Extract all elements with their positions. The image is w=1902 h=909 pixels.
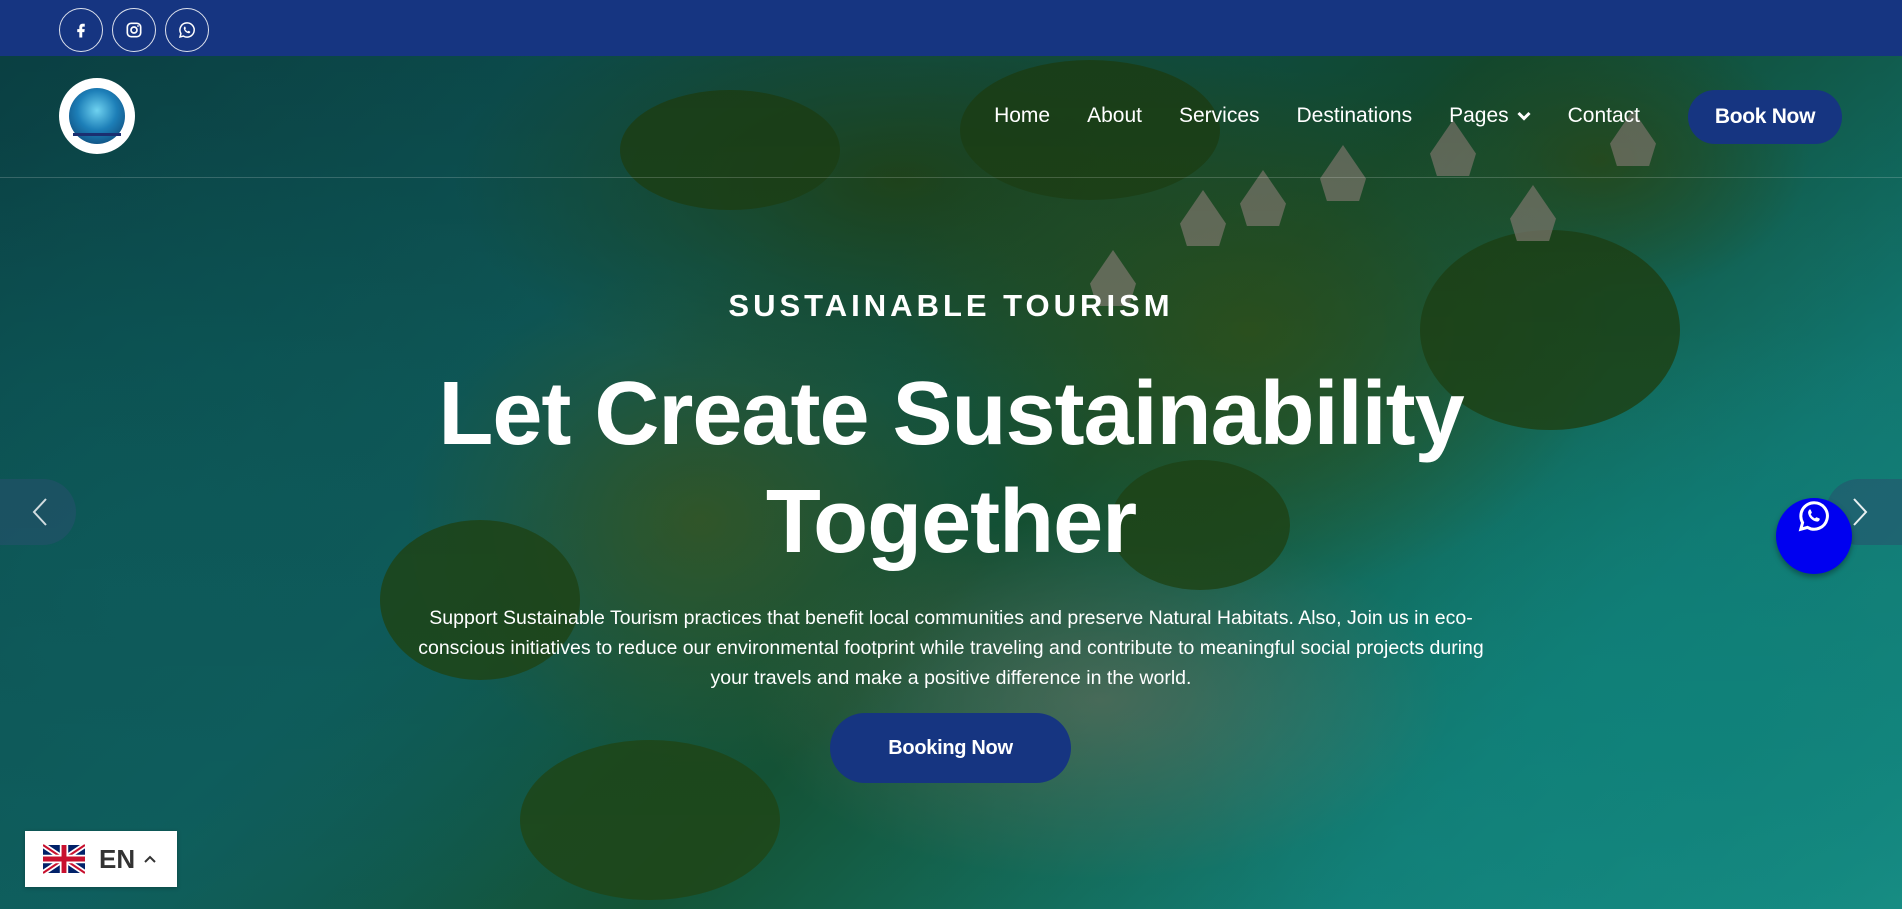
nav-services[interactable]: Services	[1179, 104, 1260, 128]
site-logo[interactable]	[59, 78, 135, 154]
whatsapp-float-button[interactable]	[1776, 498, 1852, 574]
nav-contact[interactable]: Contact	[1568, 104, 1640, 128]
slider-prev-button[interactable]	[0, 479, 76, 545]
top-bar	[0, 0, 1902, 56]
chevron-left-icon	[32, 498, 47, 526]
hero-title-line2: Together	[765, 472, 1137, 572]
hero-subtitle: SUSTAINABLE TOURISM	[728, 288, 1174, 323]
uk-flag-icon	[43, 844, 85, 874]
chevron-up-icon	[144, 855, 156, 863]
hero-description: Support Sustainable Tourism practices th…	[418, 607, 1484, 689]
main-navbar: Home About Services Destinations Pages C…	[0, 56, 1902, 178]
chevron-down-icon	[1517, 111, 1531, 121]
nav-menu: Home About Services Destinations Pages C…	[957, 104, 1640, 128]
hero-title-line1: Let Create Sustainability	[438, 364, 1464, 464]
booking-now-button[interactable]: Booking Now	[830, 713, 1071, 783]
nav-about[interactable]: About	[1087, 104, 1142, 128]
nav-pages-dropdown[interactable]: Pages	[1449, 104, 1531, 128]
nav-home[interactable]: Home	[994, 104, 1050, 128]
whatsapp-link[interactable]	[165, 8, 209, 52]
hero-title: Let Create Sustainability Together	[400, 360, 1502, 576]
nav-destinations[interactable]: Destinations	[1297, 104, 1413, 128]
facebook-icon	[77, 23, 85, 38]
language-switcher[interactable]: EN	[25, 831, 177, 887]
chevron-right-icon	[1853, 498, 1868, 526]
facebook-link[interactable]	[59, 8, 103, 52]
instagram-link[interactable]	[112, 8, 156, 52]
logo-emblem	[69, 88, 125, 144]
whatsapp-icon	[1798, 501, 1829, 532]
instagram-icon	[126, 22, 142, 38]
language-code: EN	[99, 843, 136, 874]
book-now-button[interactable]: Book Now	[1688, 90, 1842, 144]
whatsapp-icon	[178, 22, 195, 39]
